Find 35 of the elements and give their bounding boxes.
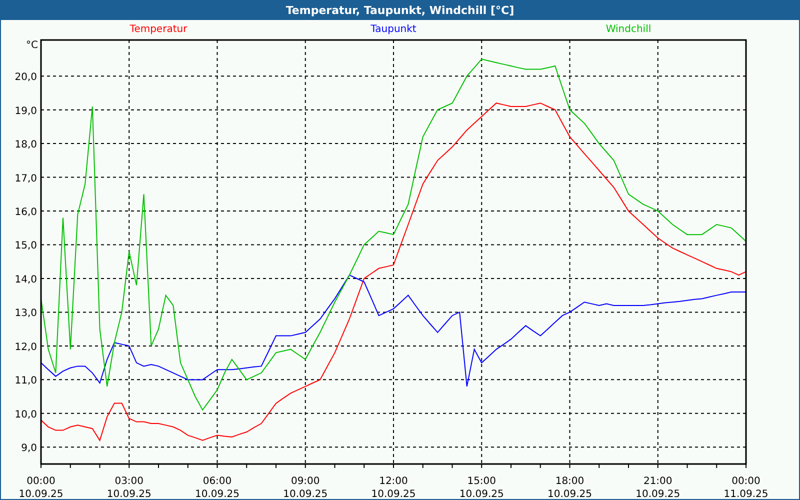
axis-tick-label: 20,0 (14, 72, 37, 84)
axis-tick-label: 11,0 (14, 376, 37, 387)
axis-tick-label: 21:00 (643, 476, 672, 487)
axis-tick-label: 18:00 (555, 476, 584, 487)
axis-tick-label: 12:00 (379, 476, 408, 487)
axis-tick-label: 10.09.25 (547, 489, 592, 499)
axis-unit-label: °C (26, 40, 38, 51)
axis-tick-label: 15:00 (467, 476, 496, 487)
axis-tick-label: 13,0 (14, 308, 37, 320)
axis-tick-label: 11.09.25 (724, 489, 768, 499)
axis-tick-label: 10.09.25 (18, 489, 64, 499)
axis-tick-label: 18,0 (14, 140, 37, 151)
axis-tick-label: 12,0 (14, 342, 37, 353)
axis-tick-label: 00:00 (26, 476, 56, 487)
legend-label: Temperatur (130, 24, 188, 35)
axis-tick-label: 06:00 (202, 476, 232, 487)
axis-tick-label: 10.09.25 (636, 489, 680, 499)
axis-tick-label: 10.09.25 (194, 489, 240, 499)
axis-tick-label: 19,0 (14, 106, 37, 117)
axis-tick-label: 10.09.25 (283, 489, 328, 499)
axis-tick-label: 17,0 (14, 173, 37, 184)
axis-tick-label: 15,0 (14, 240, 37, 252)
axis-tick-label: 09:00 (290, 476, 320, 487)
legend-label: Taupunkt (370, 24, 416, 35)
legend-label: Windchill (606, 24, 652, 35)
axis-tick-label: 03:00 (114, 476, 144, 487)
axis-tick-label: 14,0 (14, 274, 37, 286)
axis-tick-label: 10.09.25 (459, 489, 504, 499)
axis-tick-label: 16,0 (14, 207, 37, 218)
axis-tick-label: 10.09.25 (371, 489, 416, 499)
axis-tick-label: 00:00 (732, 476, 760, 487)
window-title: Temperatur, Taupunkt, Windchill [°C] (1, 0, 799, 20)
axis-tick-label: 10.09.25 (106, 489, 152, 499)
axis-tick-label: 9,0 (21, 443, 37, 454)
axis-tick-label: 10,0 (14, 409, 37, 420)
